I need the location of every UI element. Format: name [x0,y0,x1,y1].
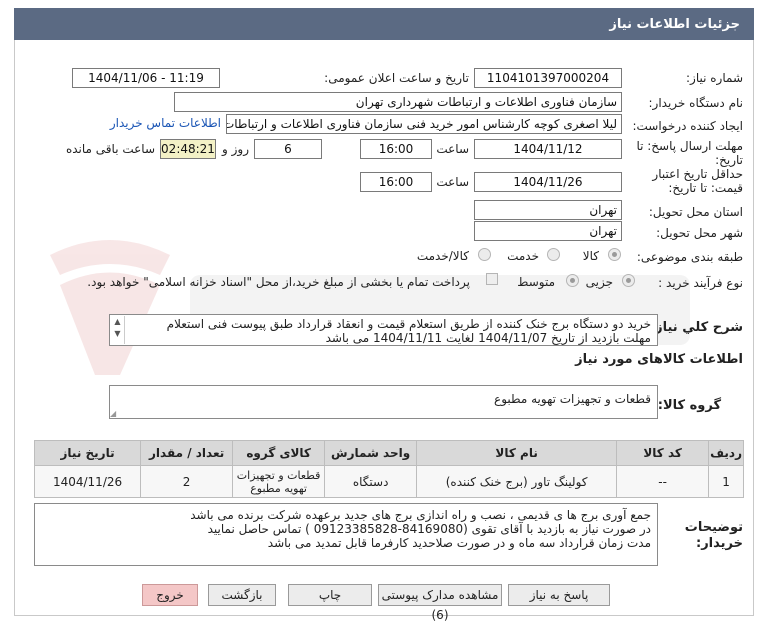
scroll-arrows-icon[interactable]: ▲ ▼ [111,316,125,344]
goods-group-value: قطعات و تجهیزات تهویه مطبوع [494,392,651,406]
back-button[interactable]: بازگشت [208,584,276,606]
creator-field: لیلا اصغری کوچه کارشناس امور خرید فنی سا… [226,114,622,134]
reply-deadline-label-2: تاریخ: [715,153,743,167]
process-radio-medium[interactable] [566,274,579,287]
category-radio-both[interactable] [478,248,491,261]
process-option-medium: متوسط [517,275,555,289]
delivery-province-field: تهران [474,200,622,220]
resize-handle-icon[interactable]: ◢ [110,410,118,418]
buyer-notes-textarea[interactable]: جمع آوری برج ها ی قدیمی ، نصب و راه اندا… [34,503,658,566]
reply-deadline-label: مهلت ارسال پاسخ: تا [636,139,743,153]
description-label: شرح کلي نياز: [649,320,743,335]
remaining-days-field: 6 [254,139,322,159]
buyer-org-field: سازمان فناوری اطلاعات و ارتباطات شهرداری… [174,92,622,112]
validity-time-label: ساعت [436,175,469,189]
validity-time-field: 16:00 [360,172,432,192]
category-option-service: خدمت [507,249,539,263]
view-attachments-button[interactable]: مشاهده مدارک پیوستی (6) [378,584,502,622]
buyer-notes-label: توضیحات [684,520,743,535]
cell-group: قطعات و تجهیزات تهویه مطبوع [232,465,326,498]
process-option-minor: جزیی [585,275,613,289]
col-group: کالای گروه [232,440,326,466]
buyer-notes-line-3: مدت زمان قرارداد سه ماه و در صورت صلاحدی… [267,536,651,550]
cell-name: کولینگ تاور (برج خنک کننده) [416,465,618,498]
description-line-1: خرید دو دستگاه برج خنک کننده از طریق است… [166,317,651,331]
goods-group-field: قطعات و تجهیزات تهویه مطبوع [109,385,658,419]
cell-need-date: 1404/11/26 [33,465,142,498]
process-type-label: نوع فرآیند خرید : [658,276,743,290]
delivery-city-field: تهران [474,221,622,241]
days-label: روز و [222,142,249,156]
cell-unit: دستگاه [324,465,418,498]
print-button[interactable]: چاپ [288,584,372,606]
description-textarea[interactable]: خرید دو دستگاه برج خنک کننده از طریق است… [109,314,658,346]
cell-quantity: 2 [140,465,234,498]
col-row: ردیف [708,440,744,466]
buyer-org-label: نام دستگاه خریدار: [648,96,744,110]
col-name: نام کالا [416,440,618,466]
exit-button[interactable]: خروج [142,584,198,606]
description-line-2: مهلت بازدید از تاریخ 1404/11/07 لغایت 14… [325,331,651,345]
process-radio-minor[interactable] [622,274,635,287]
validity-date-field: 1404/11/26 [474,172,622,192]
cell-row: 1 [708,465,744,498]
reply-button[interactable]: پاسخ به نیاز [508,584,610,606]
reply-time-field: 16:00 [360,139,432,159]
col-need-date: تاریخ نیاز [33,440,142,466]
buyer-notes-line-2: در صورت نیاز به بازدید با آقای تقوی (841… [207,522,651,536]
col-code: کد کالا [616,440,710,466]
reply-date-field: 1404/11/12 [474,139,622,159]
panel-title: جزئیات اطلاعات نیاز [14,8,754,40]
creator-label: ایجاد کننده درخواست: [632,119,743,133]
remaining-time-label: ساعت باقی مانده [65,142,155,156]
announce-datetime-label: تاریخ و ساعت اعلان عمومی: [324,71,469,85]
need-number-field: 1104101397000204 [474,68,622,88]
price-validity-label-2: قیمت: تا تاریخ: [668,181,743,195]
goods-table: ردیف کد کالا نام کالا واحد شمارش کالای گ… [33,440,744,498]
category-option-both: کالا/خدمت [416,249,469,263]
col-quantity: تعداد / مقدار [140,440,234,466]
announce-datetime-field: 1404/11/06 - 11:19 [72,68,220,88]
col-unit: واحد شمارش [324,440,418,466]
delivery-city-label: شهر محل تحویل: [656,226,743,240]
table-row: 1 -- کولینگ تاور (برج خنک کننده) دستگاه … [33,465,744,498]
category-radio-goods[interactable] [608,248,621,261]
category-radio-service[interactable] [547,248,560,261]
remaining-time-field: 02:48:21 [160,139,216,159]
category-option-goods: کالا [582,249,599,263]
delivery-province-label: استان محل تحویل: [648,205,743,219]
reply-time-label: ساعت [436,142,469,156]
treasury-checkbox-label: پرداخت تمام یا بخشی از مبلغ خرید،از محل … [87,275,470,289]
price-validity-label: حداقل تاریخ اعتبار [652,167,743,181]
table-header-row: ردیف کد کالا نام کالا واحد شمارش کالای گ… [33,440,744,466]
treasury-checkbox[interactable] [486,273,498,285]
buyer-contact-link[interactable]: اطلاعات تماس خریدار [110,116,221,130]
buyer-notes-label-2: خریدار: [696,536,743,551]
goods-info-title: اطلاعات کالاهای مورد نیاز [575,352,743,367]
goods-group-label: گروه کالا: [657,398,721,413]
category-label: طبقه بندی موضوعی: [636,250,743,264]
cell-code: -- [616,465,710,498]
buyer-notes-line-1: جمع آوری برج ها ی قدیمی ، نصب و راه اندا… [190,508,651,522]
need-number-label: شماره نیاز: [686,71,743,85]
